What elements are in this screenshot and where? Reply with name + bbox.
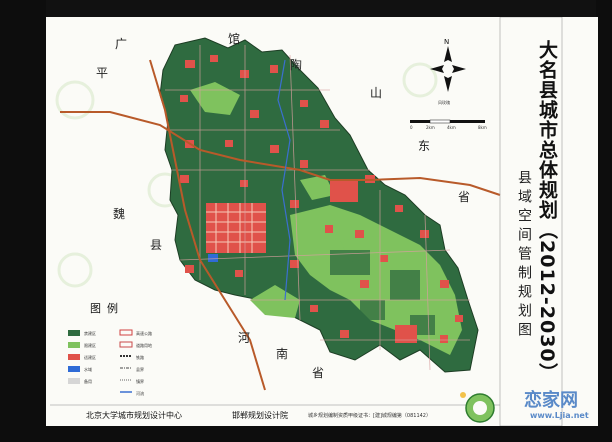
scale-bar <box>410 119 485 124</box>
footer-certificate: 城乡规划编制资质甲级证书：[建]城规编第（081142） <box>308 413 431 419</box>
region-label-guang: 广 <box>115 37 128 51</box>
watermark-url: www.Ljia.net <box>530 411 589 420</box>
legend-item: 镇界 <box>136 379 144 384</box>
compass-label: 风玫瑰 <box>438 100 450 105</box>
scale-label-0: 0 <box>410 125 413 130</box>
legend-title: 图例 <box>90 302 124 315</box>
legend-item: 高速公路 <box>136 331 152 336</box>
scale-label-8km: 8km <box>478 125 487 130</box>
region-label-guan: 馆 <box>228 32 241 46</box>
footer-org-peking: 北京大学城市规划设计中心 <box>86 411 182 420</box>
legend-item: 适建区 <box>84 355 96 360</box>
legend-item: 县界 <box>136 367 144 372</box>
image-frame-bottom <box>0 426 612 442</box>
map-subtitle: 县域空间管制规划图 <box>516 170 532 341</box>
footer-org-handan: 邯郸规划设计院 <box>232 411 288 420</box>
legend-item: 道路用地 <box>136 343 152 348</box>
scale-label-2km: 2km <box>426 125 435 130</box>
logo-snail <box>460 392 495 423</box>
legend-item: 禁建区 <box>84 331 96 336</box>
region-label-sheng-right: 省 <box>458 190 471 204</box>
region-label-he: 河 <box>238 331 251 345</box>
scale-label-4km: 4km <box>447 125 456 130</box>
legend-item: 河流 <box>136 391 144 396</box>
region-label-tao: 陶 <box>290 58 303 72</box>
image-frame-right <box>596 0 612 442</box>
region-label-wei: 魏 <box>113 207 126 221</box>
legend-item: 铁路 <box>136 355 144 360</box>
map-title: 大名县城市总体规划（2012-2030） <box>536 40 558 383</box>
legend-item: 限建区 <box>84 343 96 348</box>
watermark-brand: 恋家网 <box>524 390 578 411</box>
region-label-xian: 县 <box>150 238 163 252</box>
region-label-nan: 南 <box>276 347 289 361</box>
region-label-shan: 山 <box>370 86 383 100</box>
region-label-dong: 东 <box>418 139 431 153</box>
legend-swatches <box>68 329 133 393</box>
legend-item: 水域 <box>84 367 92 372</box>
image-frame-left <box>0 0 46 442</box>
svg-text:N: N <box>444 38 449 46</box>
legend-item: 备用 <box>84 379 92 384</box>
region-label-sheng-bottom: 省 <box>312 366 325 380</box>
region-label-ping: 平 <box>96 66 109 80</box>
